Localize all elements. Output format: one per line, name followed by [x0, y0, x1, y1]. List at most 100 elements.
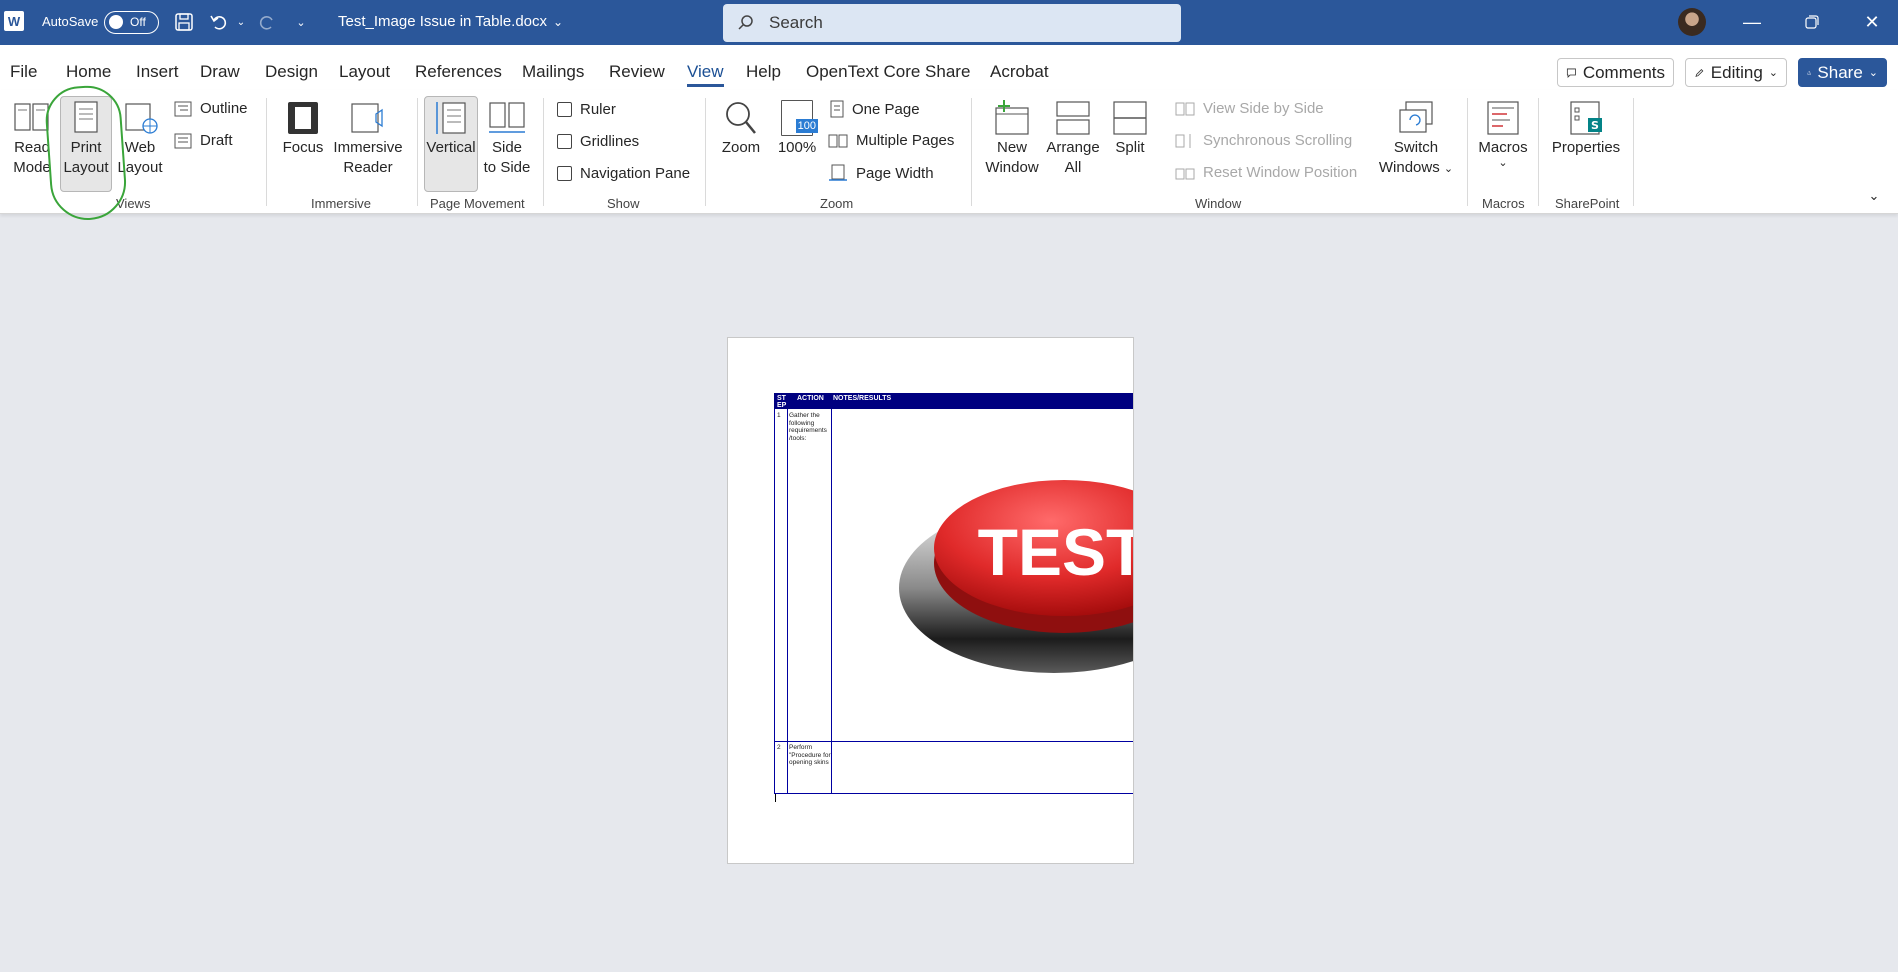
- new-window-button[interactable]: New Window: [984, 100, 1040, 178]
- tab-home[interactable]: Home: [66, 62, 111, 82]
- vertical-button[interactable]: Vertical: [426, 100, 476, 158]
- tab-mailings[interactable]: Mailings: [522, 62, 584, 82]
- view-side-by-side-button[interactable]: View Side by Side: [1175, 100, 1324, 117]
- zoom-button[interactable]: Zoom: [718, 100, 764, 158]
- undo-icon[interactable]: [207, 11, 231, 33]
- document-page[interactable]: ST EP ACTION NOTES/RESULTS 1 Gather the …: [727, 337, 1134, 864]
- editing-mode-button[interactable]: Editing ⌄: [1685, 58, 1787, 87]
- tab-opentext-core-share[interactable]: OpenText Core Share: [806, 62, 970, 82]
- multiple-pages-button[interactable]: Multiple Pages: [828, 132, 954, 149]
- tab-view[interactable]: View: [687, 62, 724, 82]
- web-layout-icon: [125, 103, 158, 134]
- side-to-side-icon: [489, 102, 525, 133]
- comments-button[interactable]: Comments: [1557, 58, 1674, 87]
- customize-toolbar-icon[interactable]: ⌄: [293, 13, 309, 31]
- collapse-ribbon-icon[interactable]: ⌄: [1864, 186, 1884, 206]
- save-icon[interactable]: [173, 11, 195, 33]
- ribbon: Read Mode Print Layout Web Layout Outlin…: [0, 90, 1898, 214]
- draft-button[interactable]: Draft: [174, 132, 233, 149]
- tab-layout[interactable]: Layout: [339, 62, 390, 82]
- switch-windows-icon: [1399, 101, 1433, 133]
- switch-windows-button[interactable]: Switch Windows ⌄: [1372, 100, 1460, 179]
- properties-icon: S: [1570, 101, 1602, 135]
- minimize-icon[interactable]: —: [1732, 8, 1772, 36]
- tab-insert[interactable]: Insert: [136, 62, 179, 82]
- reset-window-position-icon: [1175, 168, 1195, 179]
- autosave-label: AutoSave: [42, 14, 99, 29]
- navigation-pane-checkbox[interactable]: Navigation Pane: [557, 165, 690, 182]
- properties-button[interactable]: S Properties: [1546, 100, 1626, 158]
- share-button[interactable]: Share ⌄: [1798, 58, 1887, 87]
- group-separator: [705, 98, 706, 206]
- autosave-state: Off: [130, 15, 146, 29]
- test-button-image[interactable]: TEST: [884, 443, 1134, 693]
- group-separator: [1467, 98, 1468, 206]
- reset-window-position-button[interactable]: Reset Window Position: [1175, 164, 1357, 181]
- document-title[interactable]: Test_Image Issue in Table.docx ⌄: [338, 13, 563, 30]
- group-separator: [543, 98, 544, 206]
- zoom-100-button[interactable]: 100 100%: [774, 100, 820, 158]
- chevron-down-icon: ⌄: [1868, 67, 1878, 79]
- group-label-zoom: Zoom: [820, 196, 854, 211]
- page-width-button[interactable]: Page Width: [828, 164, 934, 182]
- view-side-by-side-icon: [1175, 102, 1195, 115]
- group-label-macros: Macros: [1482, 196, 1525, 211]
- immersive-reader-button[interactable]: Immersive Reader: [330, 100, 406, 178]
- tab-references[interactable]: References: [415, 62, 502, 82]
- group-label-show: Show: [607, 196, 640, 211]
- group-label-immersive: Immersive: [311, 196, 371, 211]
- document-table[interactable]: ST EP ACTION NOTES/RESULTS 1 Gather the …: [774, 393, 1134, 794]
- tab-file[interactable]: File: [10, 62, 37, 82]
- tab-draw[interactable]: Draw: [200, 62, 240, 82]
- table-border: [787, 409, 788, 793]
- split-button[interactable]: Split: [1108, 100, 1152, 158]
- tab-design[interactable]: Design: [265, 62, 318, 82]
- avatar[interactable]: [1678, 8, 1706, 36]
- gridlines-checkbox[interactable]: Gridlines: [557, 133, 639, 150]
- arrange-all-icon: [1056, 101, 1090, 135]
- table-border: [774, 793, 1133, 794]
- restore-icon[interactable]: [1792, 8, 1832, 36]
- chevron-down-icon: ⌄: [1498, 157, 1508, 169]
- table-header-row: ST EP ACTION NOTES/RESULTS: [774, 393, 1133, 409]
- table-row-1-step: 1: [777, 412, 781, 419]
- share-icon: [1807, 70, 1811, 75]
- group-separator: [971, 98, 972, 206]
- outline-icon: [174, 101, 192, 116]
- macros-button[interactable]: Macros ⌄: [1475, 100, 1531, 169]
- one-page-button[interactable]: One Page: [830, 100, 920, 118]
- magnifier-icon: [726, 102, 756, 134]
- chevron-down-icon: ⌄: [1768, 67, 1778, 79]
- arrange-all-button[interactable]: Arrange All: [1044, 100, 1102, 178]
- new-window-icon: [995, 100, 1029, 135]
- focus-icon: [288, 102, 318, 134]
- table-row-2-action: Perform "Procedure for opening skins: [789, 744, 831, 766]
- tab-acrobat[interactable]: Acrobat: [990, 62, 1049, 82]
- group-label-sharepoint: SharePoint: [1555, 196, 1620, 211]
- close-icon[interactable]: ✕: [1852, 8, 1892, 36]
- table-border: [774, 409, 775, 793]
- checkbox-unchecked: [557, 134, 572, 149]
- outline-button[interactable]: Outline: [174, 100, 248, 117]
- table-border: [774, 741, 1133, 742]
- table-row-2-step: 2: [777, 744, 781, 751]
- ruler-checkbox[interactable]: Ruler: [557, 101, 616, 118]
- undo-dropdown-icon[interactable]: ⌄: [234, 13, 248, 31]
- table-border: [831, 409, 832, 793]
- tab-review[interactable]: Review: [609, 62, 665, 82]
- redo-icon[interactable]: [255, 11, 279, 33]
- table-row-1-action: Gather the following requirements /tools…: [789, 412, 827, 442]
- search-icon: [738, 15, 753, 30]
- side-to-side-button[interactable]: Side to Side: [482, 100, 532, 178]
- title-bar: W AutoSave Off ⌄ ⌄ Test_Image Issue in T…: [0, 0, 1898, 45]
- annotation-circle: [43, 83, 129, 223]
- synchronous-scrolling-button[interactable]: Synchronous Scrolling: [1175, 132, 1352, 149]
- tab-help[interactable]: Help: [746, 62, 781, 82]
- active-tab-indicator: [687, 84, 724, 87]
- search-box[interactable]: Search: [723, 4, 1181, 42]
- table-header-step: ST EP: [777, 395, 787, 409]
- pencil-icon: [1695, 68, 1704, 77]
- autosave-toggle[interactable]: Off: [104, 11, 159, 34]
- toggle-knob: [109, 15, 123, 29]
- focus-button[interactable]: Focus: [280, 100, 326, 158]
